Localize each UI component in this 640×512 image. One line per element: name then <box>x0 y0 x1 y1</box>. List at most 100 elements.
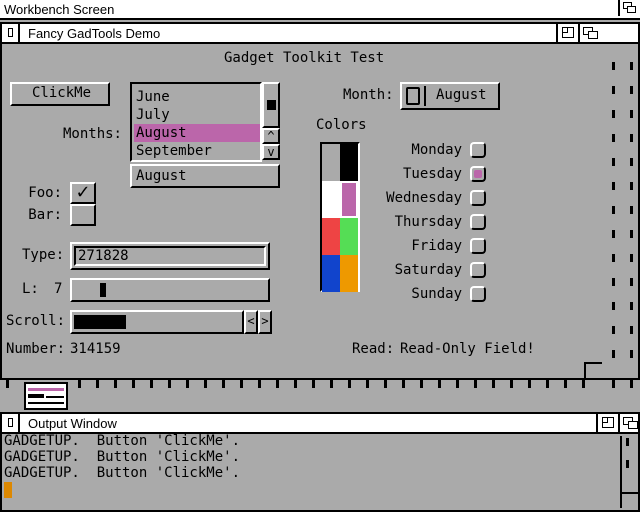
border-tick <box>312 380 315 388</box>
border-tick <box>630 278 633 286</box>
border-tick <box>114 380 117 388</box>
border-tick <box>630 158 633 166</box>
day-label-tuesday: Tuesday <box>402 166 462 182</box>
output-window-title: Output Window <box>28 416 117 431</box>
border-tick <box>612 86 615 94</box>
output-line: GADGETUP. Button 'ClickMe'. <box>4 465 241 481</box>
level-slider[interactable] <box>70 278 270 302</box>
output-window-title-bar[interactable]: Output Window <box>2 414 638 434</box>
screen-title: Workbench Screen <box>4 2 115 17</box>
scroll-right-arrow-icon[interactable]: > <box>258 310 272 334</box>
type-string-field[interactable]: 271828 <box>70 242 270 270</box>
border-tick <box>630 206 633 214</box>
cycle-divider <box>424 86 426 106</box>
border-tick <box>612 62 615 70</box>
list-scrollbar[interactable] <box>262 82 280 128</box>
output-close-icon[interactable] <box>2 414 20 432</box>
bar-checkbox[interactable] <box>70 204 96 226</box>
radio-saturday[interactable] <box>470 262 486 278</box>
months-selected-value: August <box>136 168 187 184</box>
screen-depth-icon[interactable] <box>618 0 638 16</box>
border-tick <box>630 254 633 262</box>
border-tick <box>78 380 81 388</box>
swatch-orange[interactable] <box>340 255 358 292</box>
border-tick <box>630 86 633 94</box>
depth-icon[interactable] <box>578 24 600 42</box>
main-window-title: Fancy GadTools Demo <box>28 26 161 41</box>
swatch-magenta-selected[interactable] <box>340 181 358 218</box>
output-line: GADGETUP. Button 'ClickMe'. <box>4 433 241 449</box>
swatch-white[interactable] <box>322 181 340 218</box>
border-tick <box>366 380 369 388</box>
border-tick <box>528 380 531 388</box>
scroller-knob[interactable] <box>74 315 126 329</box>
swatch-red[interactable] <box>322 218 340 255</box>
border-tick <box>612 134 615 142</box>
program-icon[interactable] <box>24 382 68 410</box>
list-down-arrow-icon[interactable]: v <box>262 144 280 160</box>
level-value: 7 <box>54 281 63 297</box>
radio-monday[interactable] <box>470 142 486 158</box>
radio-tuesday-selected[interactable] <box>470 166 486 182</box>
list-item-selected[interactable]: August <box>134 124 260 142</box>
border-tick <box>456 380 459 388</box>
type-string-inner[interactable]: 271828 <box>74 246 266 266</box>
border-tick <box>612 230 615 238</box>
day-label-saturday: Saturday <box>394 262 462 278</box>
swatch-green[interactable] <box>340 218 358 255</box>
zoom-icon[interactable] <box>556 24 578 42</box>
radio-sunday[interactable] <box>470 286 486 302</box>
border-tick <box>564 380 567 388</box>
list-up-arrow-icon[interactable]: ^ <box>262 128 280 144</box>
border-tick <box>258 380 261 388</box>
color-palette[interactable] <box>320 142 360 292</box>
resize-icon[interactable] <box>584 362 602 378</box>
screen-title-bar: Workbench Screen <box>0 0 640 20</box>
border-tick <box>348 380 351 388</box>
scroller[interactable] <box>70 310 244 334</box>
day-label-friday: Friday <box>411 238 462 254</box>
output-depth-icon[interactable] <box>618 414 640 432</box>
border-tick <box>96 380 99 388</box>
list-item[interactable]: June <box>134 88 260 106</box>
border-tick <box>294 380 297 388</box>
day-label-thursday: Thursday <box>394 214 462 230</box>
output-zoom-icon[interactable] <box>596 414 618 432</box>
border-tick <box>630 380 633 388</box>
swatch-blue[interactable] <box>322 255 340 292</box>
month-cycle-button[interactable]: August <box>400 82 500 110</box>
list-scroll-knob[interactable] <box>267 100 276 110</box>
radio-wednesday[interactable] <box>470 190 486 206</box>
level-slider-knob[interactable] <box>100 283 106 297</box>
main-window-title-bar[interactable]: Fancy GadTools Demo <box>2 24 638 44</box>
border-tick <box>186 380 189 388</box>
radio-friday[interactable] <box>470 238 486 254</box>
border-tick <box>630 302 633 310</box>
border-tick <box>402 380 405 388</box>
output-resize-icon[interactable] <box>620 492 638 508</box>
foo-checkbox[interactable]: ✓ <box>70 182 96 204</box>
border-tick <box>630 134 633 142</box>
border-tick <box>330 380 333 388</box>
list-item[interactable]: September <box>134 142 260 160</box>
border-tick <box>612 182 615 190</box>
border-tick <box>474 380 477 388</box>
border-tick <box>132 380 135 388</box>
clickme-button[interactable]: ClickMe <box>10 82 110 106</box>
border-tick <box>510 380 513 388</box>
border-tick <box>630 350 633 358</box>
scroll-left-arrow-icon[interactable]: < <box>244 310 258 334</box>
swatch-black[interactable] <box>340 144 358 181</box>
level-label: L: <box>22 281 39 297</box>
months-listview[interactable]: June July August September <box>130 82 262 162</box>
bar-label: Bar: <box>28 207 62 223</box>
list-item[interactable]: July <box>134 106 260 124</box>
border-tick <box>612 110 615 118</box>
border-tick <box>612 254 615 262</box>
swatch-grey[interactable] <box>322 144 340 181</box>
border-tick <box>630 182 633 190</box>
radio-thursday[interactable] <box>470 214 486 230</box>
heading: Gadget Toolkit Test <box>224 50 385 66</box>
months-selected-display: August <box>130 164 280 188</box>
close-icon[interactable] <box>2 24 20 42</box>
